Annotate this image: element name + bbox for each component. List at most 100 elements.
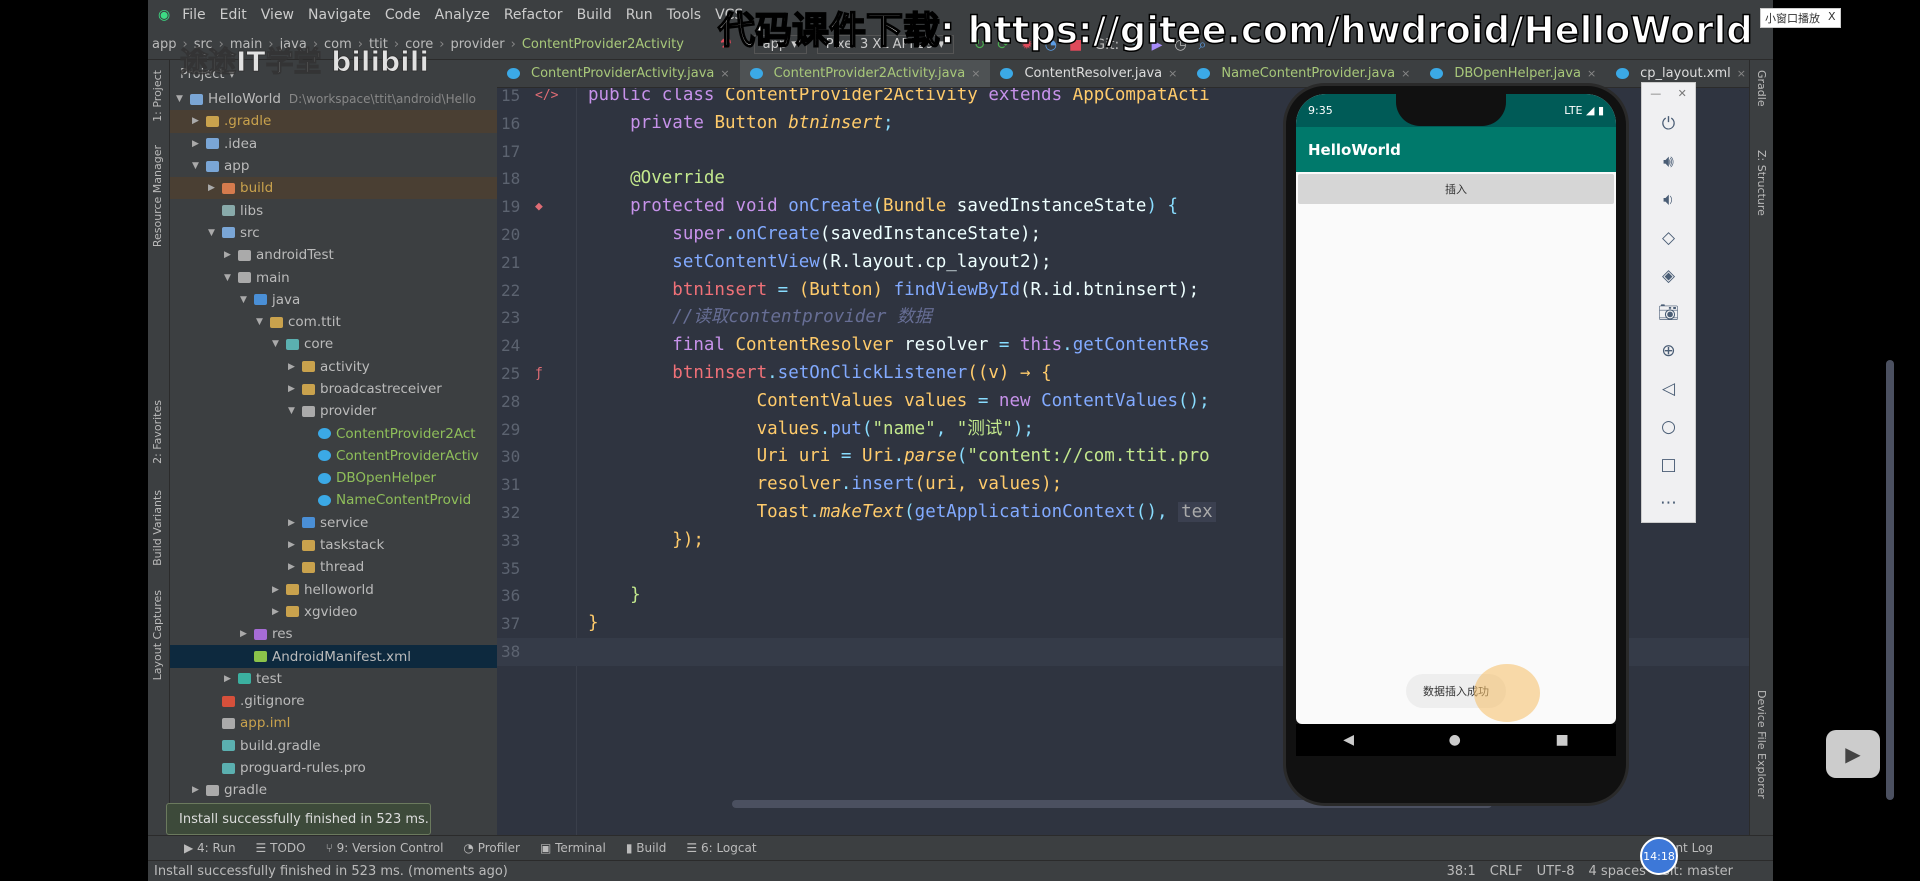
tree-item[interactable]: ContentProviderActiv — [170, 445, 497, 467]
tree-item[interactable]: .gitignore — [170, 690, 497, 712]
chevron-right-icon[interactable]: ▶ — [272, 585, 286, 595]
breadcrumb-item[interactable]: ContentProvider2Activity — [522, 37, 684, 52]
editor-tab[interactable]: ContentResolver.java × — [990, 60, 1187, 87]
tree-item[interactable]: ▼ HelloWorld D:\workspace\ttit\android\Hel… — [170, 88, 497, 110]
chevron-right-icon[interactable]: ▶ — [208, 183, 222, 193]
gutter-icon[interactable]: </> — [535, 88, 558, 110]
menu-refactor[interactable]: Refactor — [504, 7, 563, 23]
menu-run[interactable]: Run — [626, 7, 653, 23]
close-tab-icon[interactable]: × — [720, 67, 729, 80]
chevron-right-icon[interactable]: ▶ — [192, 116, 206, 126]
gutter-icon[interactable]: ◆ — [535, 193, 543, 221]
close-tab-icon[interactable]: × — [1737, 67, 1746, 80]
menu-build[interactable]: Build — [577, 7, 612, 23]
back-icon[interactable]: ◁ — [1662, 370, 1675, 408]
tree-item[interactable]: DBOpenHelper — [170, 467, 497, 489]
chevron-down-icon[interactable]: ▼ — [224, 273, 238, 283]
tree-item[interactable]: ▼ app — [170, 155, 497, 177]
tree-item[interactable]: ▼ core — [170, 333, 497, 355]
tree-item[interactable]: AndroidManifest.xml — [170, 645, 497, 668]
tool-window-button[interactable]: ▮ Build — [626, 841, 667, 855]
tree-item[interactable]: ▶ .gradle — [170, 110, 497, 133]
tree-item[interactable]: ▶ activity — [170, 356, 497, 378]
tree-item[interactable]: libs — [170, 199, 497, 221]
tree-item[interactable]: ▶ thread — [170, 556, 497, 578]
chevron-right-icon[interactable]: ▶ — [288, 518, 302, 528]
chevron-down-icon[interactable]: ▼ — [192, 161, 206, 171]
chevron-right-icon[interactable]: ▶ — [288, 562, 302, 572]
tree-item[interactable]: NameContentProvid — [170, 489, 497, 511]
tree-item[interactable]: app.iml — [170, 712, 497, 734]
tree-item[interactable]: ▼ provider — [170, 400, 497, 422]
breadcrumb-item[interactable]: provider — [450, 37, 504, 52]
mini-window-label[interactable]: 小窗口播放 — [1765, 10, 1820, 26]
chevron-down-icon[interactable]: ▼ — [208, 228, 222, 238]
menu-code[interactable]: Code — [385, 7, 421, 23]
chevron-down-icon[interactable]: ▼ — [272, 339, 286, 349]
chevron-right-icon[interactable]: ▶ — [240, 629, 254, 639]
volume-up-icon[interactable]: 🔊︎ — [1663, 143, 1674, 181]
tree-item[interactable]: ▶ taskstack — [170, 534, 497, 556]
chevron-down-icon[interactable]: ▼ — [240, 295, 254, 305]
mini-window-button[interactable]: 小窗口播放 X — [1760, 8, 1841, 28]
tool-window-button[interactable]: ▣ Terminal — [540, 841, 606, 855]
right-tab-0[interactable]: Gradle — [1755, 70, 1768, 107]
close-icon[interactable]: ✕ — [1678, 87, 1687, 100]
home-icon[interactable]: ○ — [1661, 408, 1676, 446]
menu-analyze[interactable]: Analyze — [435, 7, 490, 23]
tree-item[interactable]: ▼ com.ttit — [170, 311, 497, 333]
overview-icon[interactable]: □ — [1660, 446, 1676, 484]
status-item[interactable]: CRLF — [1490, 864, 1523, 879]
left-tab-2[interactable]: 2: Favorites — [151, 400, 164, 464]
tree-item[interactable]: ▶ test — [170, 668, 497, 690]
tree-item[interactable]: ▼ main — [170, 266, 497, 288]
close-tab-icon[interactable]: × — [1401, 67, 1410, 80]
chevron-right-icon[interactable]: ▶ — [224, 674, 238, 684]
tool-window-button[interactable]: ☰ 6: Logcat — [686, 841, 756, 855]
bilibili-tv-icon[interactable]: ▶ — [1826, 730, 1880, 778]
left-tab-1[interactable]: Resource Manager — [151, 145, 164, 247]
gutter-icon[interactable]: ƒ — [535, 360, 543, 388]
chevron-right-icon[interactable]: ▶ — [192, 139, 206, 149]
tree-item[interactable]: ▶ gradle — [170, 779, 497, 801]
menu-view[interactable]: View — [261, 7, 294, 23]
right-tab-1[interactable]: Z: Structure — [1755, 150, 1768, 216]
chevron-down-icon[interactable]: ▼ — [176, 94, 190, 104]
tree-item[interactable]: ▼ src — [170, 222, 497, 244]
chevron-right-icon[interactable]: ▶ — [272, 607, 286, 617]
editor-tab[interactable]: ContentProviderActivity.java × — [497, 60, 740, 87]
menu-tools[interactable]: Tools — [667, 7, 702, 23]
status-item[interactable]: 4 spaces — [1589, 864, 1646, 879]
tree-item[interactable]: ▶ service — [170, 512, 497, 534]
status-item[interactable]: 38:1 — [1447, 864, 1476, 879]
volume-down-icon[interactable]: 🔉︎ — [1663, 181, 1674, 219]
chevron-right-icon[interactable]: ▶ — [288, 540, 302, 550]
status-message[interactable]: Install successfully finished in 523 ms.… — [154, 864, 508, 879]
chevron-right-icon[interactable]: ▶ — [288, 384, 302, 394]
chevron-down-icon[interactable]: ▼ — [256, 317, 270, 327]
chevron-right-icon[interactable]: ▶ — [192, 785, 206, 795]
tree-item[interactable]: ▶ xgvideo — [170, 601, 497, 623]
tool-window-button[interactable]: ⑂ 9: Version Control — [326, 841, 444, 855]
tree-item[interactable]: ▶ res — [170, 623, 497, 645]
right-tab-2[interactable]: Device File Explorer — [1755, 690, 1768, 799]
breadcrumb-item[interactable]: app — [152, 37, 176, 52]
back-icon[interactable]: ◀ — [1343, 732, 1354, 748]
tree-item[interactable]: proguard-rules.pro — [170, 757, 497, 779]
tree-item[interactable]: ContentProvider2Act — [170, 422, 497, 444]
tool-window-button[interactable]: ▶ 4: Run — [184, 841, 236, 855]
chevron-right-icon[interactable]: ▶ — [288, 362, 302, 372]
tree-item[interactable]: ▶ androidTest — [170, 244, 497, 266]
vertical-scrollbar[interactable] — [1886, 360, 1894, 800]
tree-item[interactable]: ▶ build — [170, 177, 497, 200]
left-tab-3[interactable]: Build Variants — [151, 490, 164, 566]
close-tab-icon[interactable]: × — [1168, 67, 1177, 80]
close-tab-icon[interactable]: × — [1587, 67, 1596, 80]
mini-close[interactable]: X — [1828, 10, 1836, 26]
zoom-icon[interactable]: ⊕ — [1661, 332, 1675, 370]
tree-item[interactable]: build.gradle — [170, 735, 497, 757]
menu-navigate[interactable]: Navigate — [308, 7, 371, 23]
left-tab-0[interactable]: 1: Project — [151, 70, 164, 122]
tree-item[interactable]: ▼ java — [170, 289, 497, 311]
rotate-right-icon[interactable]: ◈ — [1662, 257, 1675, 295]
